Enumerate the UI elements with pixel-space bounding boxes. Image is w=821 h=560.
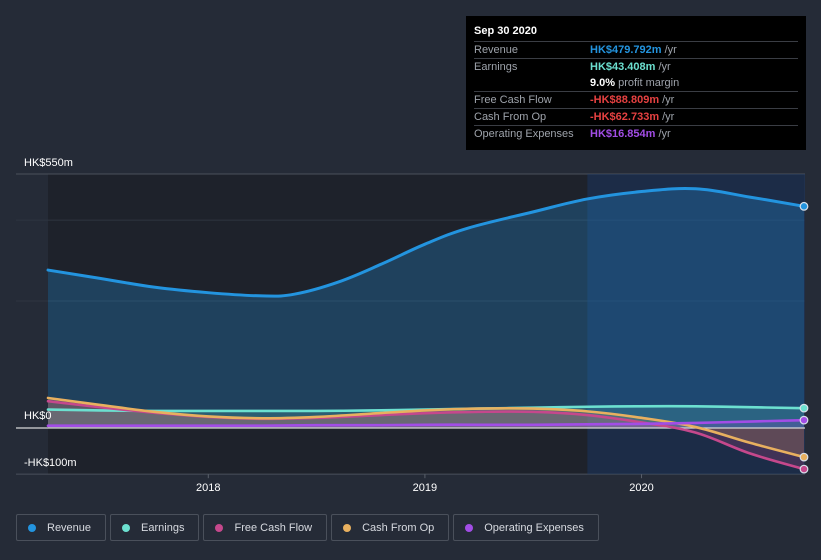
tooltip-value: -HK$62.733m bbox=[590, 111, 660, 123]
tooltip: Sep 30 2020 Revenue HK$479.792m /yr Earn… bbox=[466, 16, 806, 150]
legend-item-earnings[interactable]: Earnings bbox=[110, 514, 200, 541]
tooltip-value: 9.0% bbox=[590, 77, 616, 89]
tooltip-unit: /yr bbox=[658, 128, 671, 140]
legend-label: Free Cash Flow bbox=[234, 521, 313, 534]
operating-expenses-dot-icon bbox=[465, 523, 474, 532]
tooltip-label: Cash From Op bbox=[474, 111, 547, 123]
x-tick-label: 2020 bbox=[629, 482, 653, 494]
tooltip-unit: profit margin bbox=[618, 77, 680, 89]
x-axis-ticks: 2018 2019 2020 bbox=[196, 474, 654, 494]
x-tick-label: 2019 bbox=[413, 482, 437, 494]
earnings-dot-icon bbox=[122, 523, 131, 532]
legend-item-free-cash-flow[interactable]: Free Cash Flow bbox=[203, 514, 328, 541]
tooltip-unit: /yr bbox=[664, 44, 677, 56]
tooltip-row-revenue: Revenue HK$479.792m /yr bbox=[474, 41, 798, 58]
pre-data-region bbox=[16, 174, 48, 475]
tooltip-value: HK$16.854m bbox=[590, 128, 656, 140]
free-cash-flow-endpoint bbox=[799, 464, 809, 474]
legend: Revenue Earnings Free Cash Flow Cash Fro… bbox=[16, 514, 599, 541]
y-tick-label: HK$0 bbox=[24, 410, 52, 422]
tooltip-unit: /yr bbox=[658, 61, 671, 73]
free-cash-flow-dot-icon bbox=[215, 523, 224, 532]
tooltip-unit: /yr bbox=[662, 94, 675, 106]
operating-expenses-endpoint bbox=[799, 415, 809, 425]
tooltip-row-profit-margin: 9.0% profit margin bbox=[474, 75, 798, 91]
tooltip-unit: /yr bbox=[662, 111, 675, 123]
legend-item-cash-from-op[interactable]: Cash From Op bbox=[331, 514, 450, 541]
tooltip-label bbox=[474, 75, 590, 91]
legend-label: Cash From Op bbox=[362, 521, 435, 534]
earnings-endpoint bbox=[799, 403, 809, 413]
y-tick-label: -HK$100m bbox=[24, 457, 77, 469]
tooltip-value: HK$479.792m bbox=[590, 44, 662, 56]
tooltip-label: Operating Expenses bbox=[474, 128, 574, 140]
tooltip-date: Sep 30 2020 bbox=[474, 25, 537, 37]
revenue-dot-icon bbox=[28, 523, 36, 532]
cash-from-op-dot-icon bbox=[343, 523, 352, 532]
tooltip-label: Free Cash Flow bbox=[474, 94, 552, 106]
tooltip-value: -HK$88.809m bbox=[590, 94, 660, 106]
tooltip-row-cash-from-op: Cash From Op -HK$62.733m /yr bbox=[474, 108, 798, 125]
cash-from-op-endpoint bbox=[799, 452, 809, 462]
legend-label: Earnings bbox=[141, 521, 185, 534]
legend-item-operating-expenses[interactable]: Operating Expenses bbox=[453, 514, 599, 541]
tooltip-row-operating-expenses: Operating Expenses HK$16.854m /yr bbox=[474, 125, 798, 142]
tooltip-label: Revenue bbox=[474, 44, 519, 56]
y-tick-label: HK$550m bbox=[24, 157, 73, 169]
tooltip-label: Earnings bbox=[474, 61, 518, 73]
tooltip-row-free-cash-flow: Free Cash Flow -HK$88.809m /yr bbox=[474, 91, 798, 108]
x-tick-label: 2018 bbox=[196, 482, 220, 494]
legend-label: Revenue bbox=[47, 521, 92, 534]
revenue-endpoint bbox=[799, 201, 809, 211]
tooltip-value: HK$43.408m bbox=[590, 61, 656, 73]
legend-label: Operating Expenses bbox=[484, 521, 584, 534]
tooltip-row-earnings: Earnings HK$43.408m /yr bbox=[474, 58, 798, 75]
legend-item-revenue[interactable]: Revenue bbox=[16, 514, 107, 541]
